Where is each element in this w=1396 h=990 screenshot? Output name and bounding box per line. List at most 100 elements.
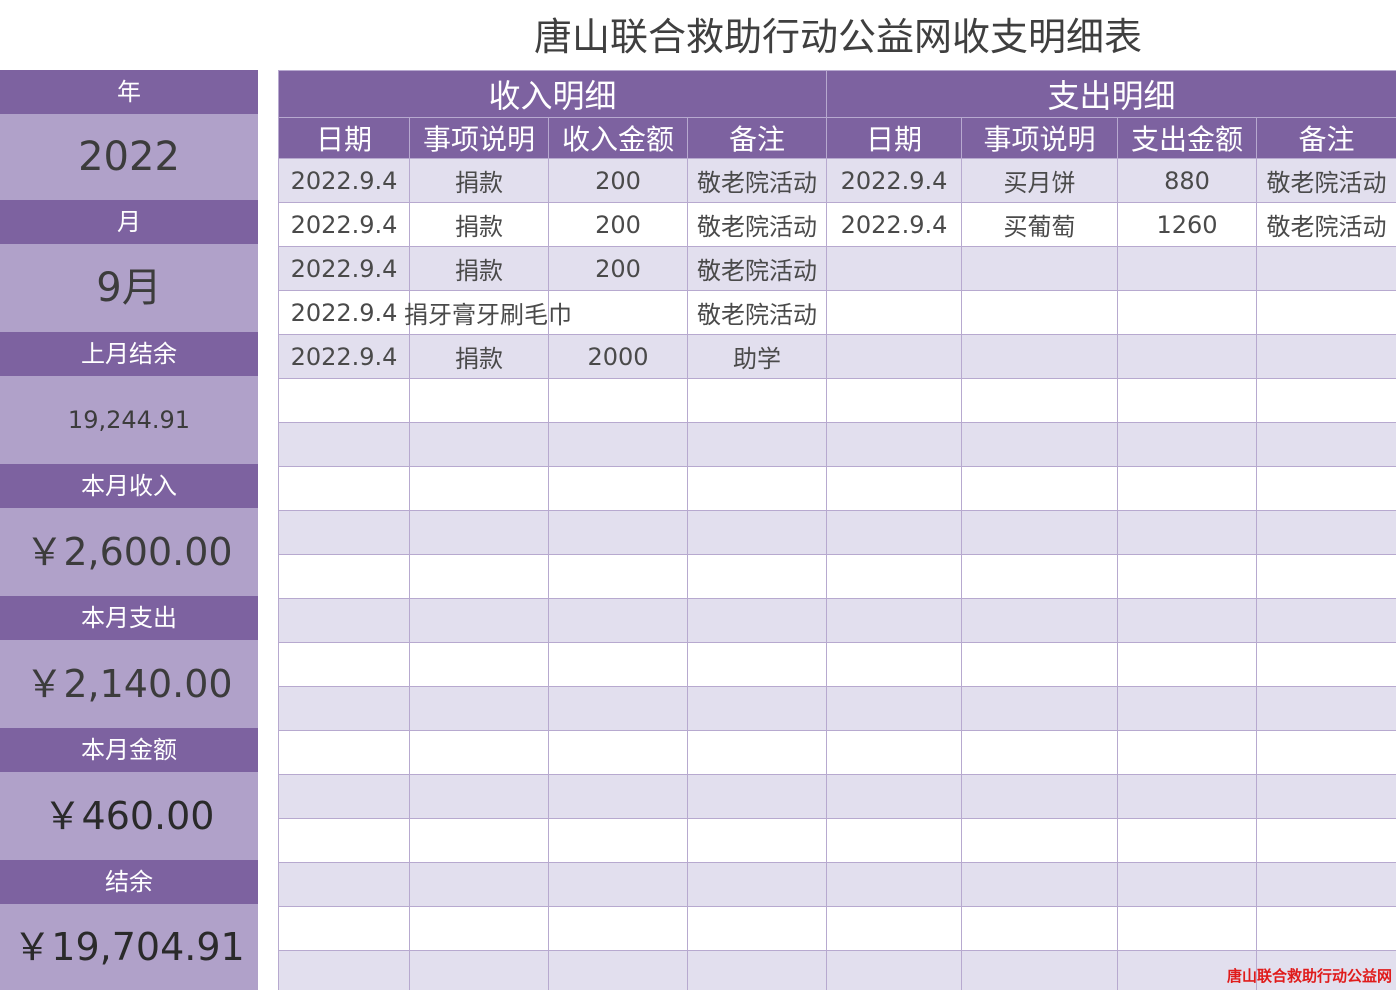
income-date-cell[interactable]: 2022.9.4 (278, 290, 410, 335)
expense-amount-cell[interactable] (1117, 774, 1258, 819)
income-item-cell[interactable] (409, 906, 549, 951)
income-note-cell[interactable]: 敬老院活动 (686, 202, 828, 247)
expense-date-cell[interactable] (826, 378, 963, 423)
expense-amount-cell[interactable] (1117, 290, 1258, 335)
expense-item-cell[interactable] (961, 686, 1119, 731)
income-amount-cell[interactable] (548, 906, 688, 951)
expense-date-cell[interactable] (826, 554, 963, 599)
expense-note-cell[interactable] (1256, 378, 1396, 423)
income-date-cell[interactable] (278, 466, 410, 511)
expense-date-cell[interactable] (826, 862, 963, 907)
expense-amount-cell[interactable] (1117, 378, 1258, 423)
expense-note-cell[interactable] (1256, 730, 1396, 775)
income-note-cell[interactable] (686, 862, 828, 907)
income-amount-cell[interactable] (548, 554, 688, 599)
income-date-cell[interactable] (278, 818, 410, 863)
income-item-cell[interactable] (409, 818, 549, 863)
expense-note-cell[interactable] (1256, 510, 1396, 555)
income-amount-cell[interactable] (548, 378, 688, 423)
income-date-cell[interactable] (278, 642, 410, 687)
income-amount-cell[interactable] (548, 686, 688, 731)
expense-date-cell[interactable] (826, 950, 963, 990)
income-amount-cell[interactable] (548, 774, 688, 819)
income-date-cell[interactable]: 2022.9.4 (278, 202, 410, 247)
income-date-cell[interactable] (278, 730, 410, 775)
income-date-cell[interactable]: 2022.9.4 (278, 246, 410, 291)
income-note-cell[interactable]: 敬老院活动 (686, 246, 828, 291)
expense-note-cell[interactable] (1256, 290, 1396, 335)
income-item-cell[interactable]: 捐款 (409, 246, 549, 291)
expense-note-cell[interactable] (1256, 554, 1396, 599)
expense-item-cell[interactable] (961, 378, 1119, 423)
income-note-cell[interactable] (686, 598, 828, 643)
income-date-cell[interactable] (278, 378, 410, 423)
expense-item-cell[interactable] (961, 906, 1119, 951)
income-note-cell[interactable] (686, 774, 828, 819)
expense-item-cell[interactable] (961, 422, 1119, 467)
expense-date-cell[interactable] (826, 466, 963, 511)
income-amount-cell[interactable] (548, 422, 688, 467)
income-note-cell[interactable] (686, 950, 828, 990)
income-note-cell[interactable] (686, 818, 828, 863)
expense-note-cell[interactable] (1256, 246, 1396, 291)
income-amount-cell[interactable] (548, 642, 688, 687)
income-amount-cell[interactable] (548, 950, 688, 990)
expense-item-cell[interactable] (961, 862, 1119, 907)
expense-amount-cell[interactable] (1117, 510, 1258, 555)
income-note-cell[interactable]: 敬老院活动 (686, 290, 828, 335)
expense-amount-cell[interactable] (1117, 818, 1258, 863)
income-date-cell[interactable] (278, 906, 410, 951)
income-amount-cell[interactable] (548, 510, 688, 555)
income-item-cell[interactable]: 捐牙膏牙刷毛巾 (404, 290, 572, 335)
income-date-cell[interactable] (278, 422, 410, 467)
income-amount-cell[interactable] (548, 466, 688, 511)
income-note-cell[interactable]: 助学 (686, 334, 828, 379)
income-date-cell[interactable]: 2022.9.4 (278, 334, 410, 379)
expense-note-cell[interactable] (1256, 686, 1396, 731)
expense-item-cell[interactable] (961, 290, 1119, 335)
income-note-cell[interactable] (686, 554, 828, 599)
expense-note-cell[interactable] (1256, 774, 1396, 819)
income-item-cell[interactable] (409, 598, 549, 643)
expense-item-cell[interactable]: 买葡萄 (961, 202, 1119, 247)
expense-date-cell[interactable] (826, 818, 963, 863)
expense-date-cell[interactable] (826, 642, 963, 687)
income-item-cell[interactable] (409, 730, 549, 775)
expense-amount-cell[interactable]: 1260 (1117, 202, 1258, 247)
expense-item-cell[interactable] (961, 950, 1119, 990)
income-note-cell[interactable] (686, 906, 828, 951)
expense-item-cell[interactable] (961, 774, 1119, 819)
income-amount-cell[interactable] (548, 862, 688, 907)
income-amount-cell[interactable] (548, 730, 688, 775)
income-date-cell[interactable] (278, 686, 410, 731)
income-amount-cell[interactable] (548, 598, 688, 643)
income-note-cell[interactable] (686, 686, 828, 731)
expense-date-cell[interactable] (826, 598, 963, 643)
expense-item-cell[interactable] (961, 730, 1119, 775)
expense-date-cell[interactable] (826, 422, 963, 467)
income-item-cell[interactable] (409, 510, 549, 555)
expense-note-cell[interactable]: 敬老院活动 (1256, 158, 1396, 203)
income-item-cell[interactable]: 捐款 (409, 202, 549, 247)
income-note-cell[interactable] (686, 642, 828, 687)
income-item-cell[interactable] (409, 554, 549, 599)
expense-amount-cell[interactable] (1117, 598, 1258, 643)
income-date-cell[interactable] (278, 510, 410, 555)
expense-note-cell[interactable] (1256, 466, 1396, 511)
expense-item-cell[interactable] (961, 466, 1119, 511)
income-item-cell[interactable]: 捐款 (409, 334, 549, 379)
expense-amount-cell[interactable] (1117, 862, 1258, 907)
expense-note-cell[interactable] (1256, 818, 1396, 863)
income-amount-cell[interactable]: 200 (548, 158, 688, 203)
income-item-cell[interactable] (409, 686, 549, 731)
income-date-cell[interactable] (278, 862, 410, 907)
income-amount-cell[interactable]: 200 (548, 202, 688, 247)
expense-note-cell[interactable] (1256, 598, 1396, 643)
expense-date-cell[interactable] (826, 334, 963, 379)
expense-note-cell[interactable] (1256, 906, 1396, 951)
expense-amount-cell[interactable] (1117, 906, 1258, 951)
expense-amount-cell[interactable] (1117, 642, 1258, 687)
income-item-cell[interactable] (409, 774, 549, 819)
expense-item-cell[interactable] (961, 818, 1119, 863)
expense-amount-cell[interactable] (1117, 686, 1258, 731)
